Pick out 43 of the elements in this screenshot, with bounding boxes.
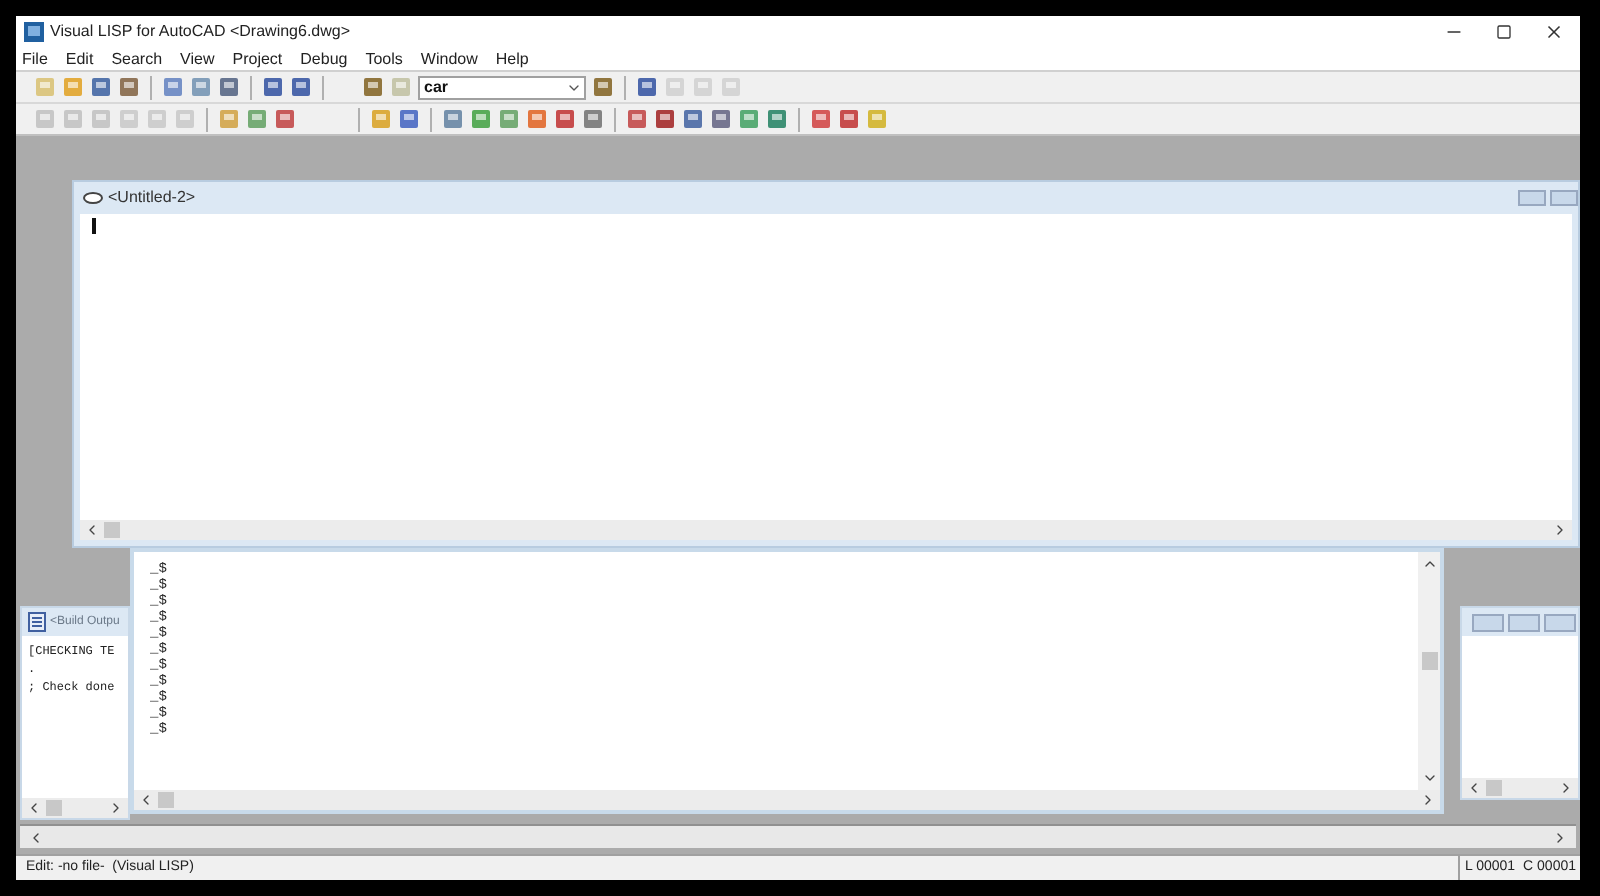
scroll-thumb[interactable] xyxy=(46,800,62,816)
scroll-thumb[interactable] xyxy=(1486,780,1502,796)
maximize-button[interactable] xyxy=(1550,190,1578,206)
scroll-down-icon[interactable] xyxy=(1421,770,1437,786)
scroll-left-icon[interactable] xyxy=(84,522,100,538)
scroll-left-icon[interactable] xyxy=(138,792,154,808)
editor-title: <Untitled-2> xyxy=(108,186,196,210)
scroll-right-icon[interactable] xyxy=(1552,522,1568,538)
minimize-button[interactable] xyxy=(1472,613,1504,631)
scroll-left-icon[interactable] xyxy=(1466,780,1482,796)
horizontal-scrollbar[interactable] xyxy=(134,790,1440,810)
scroll-right-icon[interactable] xyxy=(108,800,124,816)
horizontal-scrollbar[interactable] xyxy=(22,798,128,818)
window-title: Visual LISP for AutoCAD <Drawing6.dwg> xyxy=(50,20,351,44)
horizontal-scrollbar[interactable] xyxy=(80,520,1572,540)
scroll-thumb[interactable] xyxy=(158,792,174,808)
scroll-right-icon[interactable] xyxy=(1420,792,1436,808)
menu-item[interactable]: Search xyxy=(111,47,163,71)
menu-item[interactable]: Tools xyxy=(365,47,403,71)
text-cursor xyxy=(92,218,96,234)
menu-item[interactable]: Edit xyxy=(65,47,94,71)
menu-item[interactable]: Help xyxy=(495,47,529,71)
horizontal-scrollbar[interactable] xyxy=(1462,778,1578,798)
menu-item[interactable]: Window xyxy=(420,47,478,71)
search-value: car xyxy=(424,75,449,99)
menu-item[interactable]: Debug xyxy=(300,47,348,71)
close-button[interactable] xyxy=(1544,613,1576,631)
maximize-button[interactable] xyxy=(1508,613,1540,631)
menu-item[interactable]: View xyxy=(180,47,215,71)
maximize-icon[interactable] xyxy=(1496,24,1512,40)
scroll-thumb[interactable] xyxy=(1421,652,1437,670)
scroll-right-icon[interactable] xyxy=(1558,780,1574,796)
scroll-up-icon[interactable] xyxy=(1421,556,1437,572)
scroll-thumb[interactable] xyxy=(104,522,120,538)
vertical-scrollbar[interactable] xyxy=(1418,552,1440,790)
menu-item[interactable]: Project xyxy=(232,47,283,71)
scroll-right-icon[interactable] xyxy=(1552,829,1568,845)
close-icon[interactable] xyxy=(1544,22,1564,42)
bottom-scrollbar[interactable] xyxy=(20,824,1576,848)
app-icon xyxy=(24,22,44,42)
menu-item[interactable]: File xyxy=(22,47,48,71)
search-combo[interactable]: car xyxy=(418,75,586,99)
minimize-button[interactable] xyxy=(1518,190,1546,206)
